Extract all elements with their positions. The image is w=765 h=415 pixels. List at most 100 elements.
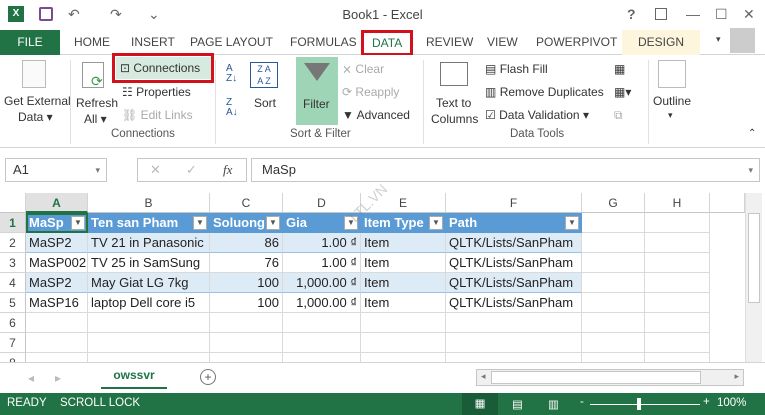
empty-cell[interactable]	[361, 333, 446, 353]
table-cell[interactable]: 100	[210, 293, 283, 313]
row-header-3[interactable]: 3	[0, 253, 26, 273]
maximize-icon[interactable]: ☐	[715, 6, 728, 23]
table-cell[interactable]: Item	[361, 273, 446, 293]
help-icon[interactable]: ?	[627, 6, 636, 22]
collapse-ribbon-icon[interactable]: ⌃	[748, 128, 756, 139]
empty-cell[interactable]	[582, 273, 645, 293]
tab-home[interactable]: HOME	[68, 30, 116, 55]
column-header-h[interactable]: H	[645, 193, 710, 213]
new-sheet-button[interactable]: +	[200, 369, 216, 385]
advanced-button[interactable]: ▼ Advanced	[342, 108, 410, 122]
cancel-icon[interactable]: ✕	[150, 162, 161, 178]
row-header-5[interactable]: 5	[0, 293, 26, 313]
tab-formulas[interactable]: FORMULAS	[284, 30, 363, 55]
outline-button[interactable]: Outline	[653, 94, 691, 108]
tab-insert[interactable]: INSERT	[125, 30, 181, 55]
table-cell[interactable]: MaSP2	[26, 233, 88, 253]
table-cell[interactable]: 1,000.00 ₫	[283, 293, 361, 313]
empty-cell[interactable]	[361, 313, 446, 333]
sort-a-z-button[interactable]: A Z↓	[226, 64, 237, 84]
empty-cell[interactable]	[645, 273, 710, 293]
column-header-a[interactable]: A	[26, 193, 88, 213]
filter-dropdown-icon[interactable]: ▼	[193, 216, 207, 230]
column-header-b[interactable]: B	[88, 193, 210, 213]
table-header-cell[interactable]: Path ▼	[446, 213, 582, 233]
clear-button[interactable]: ⨯ Clear	[342, 62, 384, 76]
remove-duplicates-button[interactable]: ▥ Remove Duplicates	[485, 85, 604, 99]
empty-cell[interactable]	[88, 333, 210, 353]
minimize-icon[interactable]: —	[686, 6, 700, 22]
filter-dropdown-icon[interactable]: ▼	[565, 216, 579, 230]
empty-cell[interactable]	[283, 333, 361, 353]
name-box-dropdown-icon[interactable]: ▾	[95, 159, 100, 181]
table-cell[interactable]: 100	[210, 273, 283, 293]
next-sheet-icon[interactable]: ▸	[55, 371, 61, 385]
empty-cell[interactable]	[210, 313, 283, 333]
select-all-button[interactable]	[0, 193, 26, 213]
empty-cell[interactable]	[582, 293, 645, 313]
column-header-g[interactable]: G	[582, 193, 645, 213]
empty-cell[interactable]	[446, 313, 582, 333]
vertical-scrollbar[interactable]	[745, 193, 762, 362]
horizontal-scrollbar[interactable]: ◂ ▸	[476, 369, 744, 386]
row-header-6[interactable]: 6	[0, 313, 26, 333]
get-external-data-dropdown[interactable]: Data ▾	[18, 110, 53, 124]
table-cell[interactable]: 1,000.00 ₫	[283, 273, 361, 293]
table-cell[interactable]: MaSP16	[26, 293, 88, 313]
row-header-1[interactable]: 1	[0, 213, 26, 233]
tab-review[interactable]: REVIEW	[420, 30, 479, 55]
table-cell[interactable]: MaSP002	[26, 253, 88, 273]
empty-cell[interactable]	[582, 213, 645, 233]
empty-cell[interactable]	[446, 333, 582, 353]
row-header-7[interactable]: 7	[0, 333, 26, 353]
table-cell[interactable]: QLTK/Lists/SanPham	[446, 293, 582, 313]
expand-formula-icon[interactable]: ▾	[748, 159, 753, 181]
table-cell[interactable]: 86	[210, 233, 283, 253]
empty-cell[interactable]	[582, 313, 645, 333]
normal-view-icon[interactable]: ▦	[462, 393, 498, 415]
close-icon[interactable]: ✕	[743, 6, 755, 23]
filter-dropdown-icon[interactable]: ▼	[266, 216, 280, 230]
flash-fill-button[interactable]: ▤ Flash Fill	[485, 62, 548, 76]
empty-cell[interactable]	[645, 213, 710, 233]
table-cell[interactable]: Item	[361, 293, 446, 313]
horizontal-scroll-thumb[interactable]	[491, 371, 701, 384]
insert-function-icon[interactable]: fx	[223, 162, 232, 178]
worksheet-grid[interactable]: A B C D E F G H 1 2 3 4 5 6 7 8 MaSp ▼ Ten san Pham ▼ Soluon…	[0, 193, 765, 363]
relationships-icon[interactable]: ⧉	[614, 108, 623, 123]
tab-view[interactable]: VIEW	[481, 30, 524, 55]
empty-cell[interactable]	[26, 333, 88, 353]
table-cell[interactable]: QLTK/Lists/SanPham	[446, 273, 582, 293]
column-header-f[interactable]: F	[446, 193, 582, 213]
empty-cell[interactable]	[283, 313, 361, 333]
sort-z-a-button[interactable]: Z A↓	[226, 98, 238, 118]
table-cell[interactable]: QLTK/Lists/SanPham	[446, 253, 582, 273]
zoom-out-button[interactable]: -	[580, 396, 584, 408]
empty-cell[interactable]	[645, 253, 710, 273]
what-if-analysis-icon[interactable]: ▦▾	[614, 85, 631, 99]
empty-cell[interactable]	[645, 293, 710, 313]
tab-powerpivot[interactable]: POWERPIVOT	[530, 30, 623, 55]
page-layout-view-icon[interactable]: ▤	[512, 397, 523, 411]
zoom-level[interactable]: 100%	[717, 397, 746, 409]
table-cell[interactable]: 76	[210, 253, 283, 273]
table-cell[interactable]: May Giat LG 7kg	[88, 273, 210, 293]
empty-cell[interactable]	[210, 333, 283, 353]
empty-cell[interactable]	[88, 313, 210, 333]
refresh-all-button[interactable]: Refresh	[76, 96, 118, 110]
table-header-cell[interactable]: Item Type ▼	[361, 213, 446, 233]
vertical-scroll-thumb[interactable]	[748, 213, 760, 303]
table-cell[interactable]: Item	[361, 233, 446, 253]
scroll-right-icon[interactable]: ▸	[734, 371, 739, 382]
zoom-slider-thumb[interactable]	[637, 398, 641, 410]
row-header-4[interactable]: 4	[0, 273, 26, 293]
formula-input[interactable]: MaSp ▾	[251, 158, 760, 182]
table-cell[interactable]: QLTK/Lists/SanPham	[446, 233, 582, 253]
table-cell[interactable]: TV 21 in Panasonic	[88, 233, 210, 253]
zoom-slider[interactable]	[590, 404, 700, 405]
scroll-left-icon[interactable]: ◂	[481, 371, 486, 382]
empty-cell[interactable]	[582, 233, 645, 253]
empty-cell[interactable]	[645, 313, 710, 333]
table-cell[interactable]: TV 25 in SamSung	[88, 253, 210, 273]
consolidate-icon[interactable]: ▦	[614, 62, 625, 76]
